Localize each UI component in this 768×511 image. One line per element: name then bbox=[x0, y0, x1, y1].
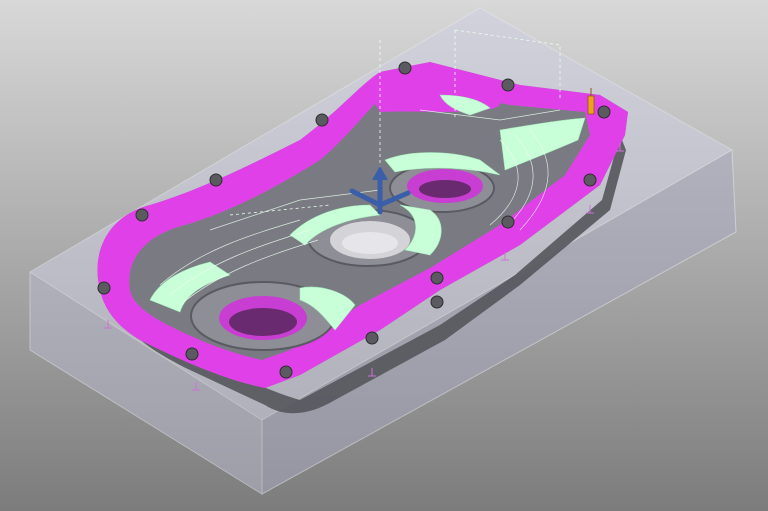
bolt-hole bbox=[583, 173, 597, 187]
bolt-hole bbox=[430, 295, 444, 309]
bolt-hole bbox=[209, 173, 223, 187]
bolt-hole bbox=[365, 331, 379, 345]
bolt-hole bbox=[315, 113, 329, 127]
bolt-hole bbox=[135, 208, 149, 222]
bore-middle-inner bbox=[342, 232, 398, 254]
bore-large-inner bbox=[229, 308, 297, 336]
cam-3d-viewport[interactable] bbox=[0, 0, 768, 511]
bore-upper-inner bbox=[419, 180, 471, 198]
cam-scene[interactable] bbox=[0, 0, 768, 511]
bolt-hole bbox=[430, 271, 444, 285]
bolt-hole bbox=[501, 215, 515, 229]
bolt-hole bbox=[398, 61, 412, 75]
bolt-hole bbox=[501, 78, 515, 92]
bolt-hole bbox=[279, 365, 293, 379]
bolt-hole bbox=[597, 105, 611, 119]
tool-body bbox=[587, 95, 595, 115]
bolt-hole bbox=[97, 281, 111, 295]
bolt-hole bbox=[185, 347, 199, 361]
